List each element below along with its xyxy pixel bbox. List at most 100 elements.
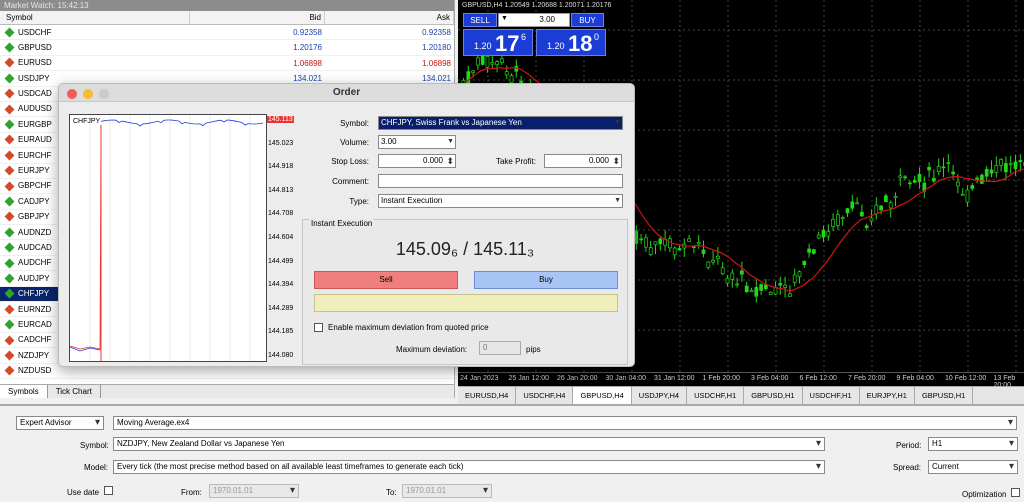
time-tick-label: 10 Feb 12:00	[945, 375, 987, 382]
volume-select[interactable]: 3.00	[378, 135, 456, 149]
row-symbol: NZDUSD	[18, 366, 52, 376]
row-symbol: EURCHF	[18, 150, 52, 160]
sell-price-box[interactable]: 1.20 17 6	[463, 29, 533, 56]
optimization-checkbox[interactable]	[1011, 488, 1020, 497]
chart-tab[interactable]: EURUSD,H4	[458, 387, 517, 404]
one-click-trading-panel: SELL 3.00 ▼ BUY 1.20 17 6 1.20 18 0	[463, 11, 606, 56]
row-ask: 1.20180	[422, 43, 451, 53]
row-symbol: AUDNZD	[18, 227, 52, 237]
candle-body	[831, 219, 835, 228]
candle-body	[869, 217, 874, 222]
chart-tab[interactable]: USDCHF,H1	[803, 387, 860, 404]
tab-symbols[interactable]: Symbols	[0, 385, 48, 398]
to-date-input[interactable]: 1970.01.01	[402, 484, 492, 498]
candle-body	[476, 57, 480, 66]
expert-select[interactable]: Moving Average.ex4	[113, 416, 1017, 430]
lot-decrease-icon[interactable]: ▼	[501, 15, 508, 22]
row-symbol: USDCAD	[18, 89, 52, 99]
buy-price-point: 0	[594, 32, 600, 42]
candle-body	[735, 283, 739, 286]
close-icon[interactable]	[67, 89, 77, 99]
candle-body	[634, 230, 639, 244]
candle-body	[1008, 162, 1013, 165]
row-symbol: AUDCHF	[18, 258, 52, 268]
chart-tab[interactable]: GBPUSD,H1	[744, 387, 803, 404]
row-symbol: EURCAD	[18, 319, 52, 329]
candle-body	[711, 259, 715, 263]
header-bid[interactable]: Bid	[190, 11, 325, 24]
market-watch-tabs: Symbols Tick Chart	[0, 384, 454, 398]
from-date-input[interactable]: 1970.01.01	[209, 484, 299, 498]
candle-body	[1018, 160, 1023, 163]
sell-button[interactable]: Sell	[314, 271, 458, 289]
zoom-icon[interactable]	[99, 89, 109, 99]
tab-tick-chart[interactable]: Tick Chart	[48, 385, 101, 398]
header-symbol[interactable]: Symbol	[0, 11, 190, 24]
order-dialog-titlebar: Order	[59, 84, 634, 102]
time-tick-label: 7 Feb 20:00	[848, 375, 886, 382]
minimize-icon[interactable]	[83, 89, 93, 99]
candle-body	[773, 287, 778, 295]
candle-body	[797, 271, 802, 278]
candle-body	[706, 261, 711, 268]
row-symbol: AUDJPY	[18, 273, 50, 283]
header-ask[interactable]: Ask	[325, 11, 454, 24]
model-select[interactable]: Every tick (the most precise method base…	[113, 460, 825, 474]
time-axis: 24 Jan 2023 25 Jan 12:00 26 Jan 20:00 30 Ja…	[458, 372, 1024, 386]
mini-ask-line	[70, 124, 102, 350]
tick-plot	[70, 115, 264, 361]
row-symbol: USDCHF	[18, 27, 52, 37]
chart-tab[interactable]: USDJPY,H4	[632, 387, 688, 404]
row-symbol: EURUSD	[18, 58, 52, 68]
candle-body	[672, 247, 677, 256]
stop-loss-input[interactable]: 0.000	[378, 154, 456, 168]
down-arrow-icon	[4, 150, 15, 161]
type-select[interactable]: Instant Execution	[378, 194, 623, 208]
period-select[interactable]: H1	[928, 437, 1018, 451]
up-arrow-icon	[4, 288, 15, 299]
candle-body	[696, 241, 701, 245]
tester-symbol-select[interactable]: NZDJPY, New Zealand Dollar vs Japanese Y…	[113, 437, 825, 451]
row-symbol: GBPCHF	[18, 181, 52, 191]
tester-type-select[interactable]: Expert Advisor	[16, 416, 104, 430]
symbol-select[interactable]: CHFJPY, Swiss Frank vs Japanese Yen	[378, 116, 623, 130]
row-symbol: CADJPY	[18, 196, 50, 206]
use-date-checkbox[interactable]	[104, 486, 113, 495]
take-profit-input[interactable]: 0.000	[544, 154, 622, 168]
optimization-label: Optimization	[962, 490, 1007, 499]
comment-input[interactable]	[378, 174, 623, 188]
spread-select[interactable]: Current	[928, 460, 1018, 474]
mini-axis-label: 144.813	[268, 186, 294, 194]
candle-body	[984, 168, 989, 177]
time-tick-label: 26 Jan 20:00	[557, 375, 598, 382]
one-click-sell-button[interactable]: SELL	[463, 13, 497, 27]
candle-body	[898, 175, 903, 178]
sell-price-prefix: 1.20	[474, 41, 492, 51]
candle-body	[485, 56, 490, 68]
buy-price-big: 18	[568, 31, 593, 56]
market-watch-header: Symbol Bid Ask	[0, 11, 454, 25]
market-watch-row[interactable]: EURUSD 1.06898 1.06898	[0, 56, 454, 72]
candle-body	[639, 238, 643, 241]
candle-body	[802, 261, 807, 265]
candle-body	[668, 238, 672, 249]
buy-button[interactable]: Buy	[474, 271, 618, 289]
mini-axis-label: 144.918	[268, 163, 294, 171]
market-watch-row[interactable]: USDCHF 0.92358 0.92358	[0, 25, 454, 41]
chart-tab[interactable]: EURJPY,H1	[860, 387, 915, 404]
buy-price-box[interactable]: 1.20 18 0	[536, 29, 606, 56]
candle-body	[749, 289, 754, 293]
chart-tab[interactable]: GBPUSD,H1	[915, 387, 974, 404]
row-symbol: EURGBP	[18, 119, 52, 129]
chart-tab[interactable]: USDCHF,H4	[516, 387, 574, 404]
chart-tab[interactable]: USDCHF,H1	[687, 387, 745, 404]
lot-size-input[interactable]: 3.00	[498, 13, 570, 27]
candle-body	[893, 195, 898, 198]
max-deviation-checkbox[interactable]	[314, 323, 323, 332]
chart-tab[interactable]: GBPUSD,H4	[573, 387, 632, 404]
candle-body	[908, 182, 912, 185]
market-watch-row[interactable]: GBPUSD 1.20176 1.20180	[0, 40, 454, 56]
candle-body	[970, 185, 975, 189]
one-click-buy-button[interactable]: BUY	[571, 13, 604, 27]
max-deviation-input[interactable]: 0	[479, 341, 521, 355]
